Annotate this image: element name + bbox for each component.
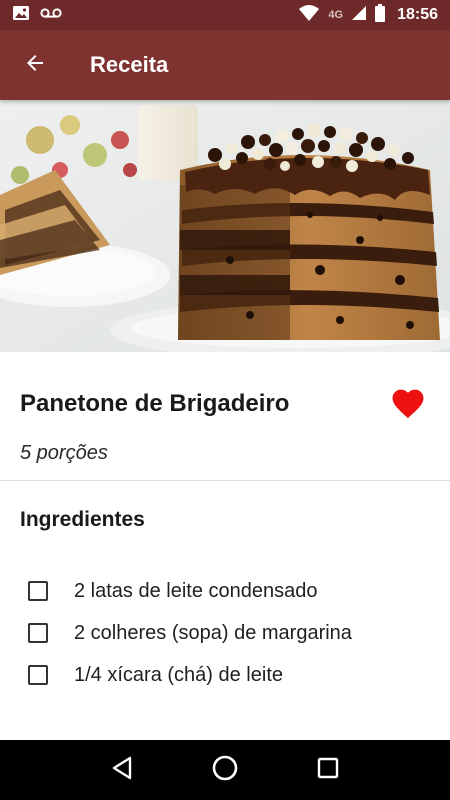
ingredient-checkbox[interactable] bbox=[28, 665, 48, 685]
recipe-content: Panetone de Brigadeiro 5 porções Ingredi… bbox=[0, 352, 450, 740]
network-type-label: 4G bbox=[328, 9, 344, 21]
ingredient-item: 2 colheres (sopa) de margarina bbox=[28, 612, 428, 654]
cake-photo bbox=[0, 100, 450, 352]
cell-signal-icon bbox=[351, 5, 367, 26]
ingredient-item: 2 latas de leite condensado bbox=[28, 570, 428, 612]
nav-back-button[interactable] bbox=[97, 745, 147, 795]
ingredient-item: 1/4 xícara (chá) de leite bbox=[28, 654, 428, 696]
voicemail-icon bbox=[40, 6, 62, 24]
image-icon bbox=[12, 5, 30, 26]
back-triangle-icon bbox=[111, 756, 133, 785]
status-left bbox=[12, 5, 62, 26]
title-row: Panetone de Brigadeiro bbox=[20, 382, 430, 426]
status-bar: 4G 18:56 bbox=[0, 0, 450, 30]
recipe-title: Panetone de Brigadeiro bbox=[20, 390, 290, 417]
nav-recents-button[interactable] bbox=[303, 745, 353, 795]
home-circle-icon bbox=[211, 754, 239, 787]
back-button[interactable] bbox=[0, 30, 70, 100]
ingredients-heading: Ingredientes bbox=[20, 508, 145, 531]
favorite-button[interactable] bbox=[386, 382, 430, 426]
status-right: 4G 18:56 bbox=[298, 3, 438, 27]
app-title: Receita bbox=[90, 52, 169, 77]
battery-icon bbox=[375, 3, 386, 27]
nav-home-button[interactable] bbox=[200, 745, 250, 795]
ingredient-checkbox[interactable] bbox=[28, 623, 48, 643]
ingredient-label: 2 latas de leite condensado bbox=[74, 579, 318, 602]
wifi-icon bbox=[298, 4, 320, 27]
recipe-hero-image bbox=[0, 100, 450, 352]
ingredient-checkbox[interactable] bbox=[28, 581, 48, 601]
arrow-left-icon bbox=[23, 51, 47, 80]
status-time: 18:56 bbox=[397, 6, 438, 23]
app-bar: Receita bbox=[0, 30, 450, 100]
divider bbox=[0, 480, 450, 481]
ingredient-label: 2 colheres (sopa) de margarina bbox=[74, 621, 352, 644]
heart-icon bbox=[389, 385, 427, 424]
ingredient-label: 1/4 xícara (chá) de leite bbox=[74, 663, 283, 686]
recents-square-icon bbox=[317, 757, 339, 784]
system-nav-bar bbox=[0, 740, 450, 800]
ingredient-list: 2 latas de leite condensado 2 colheres (… bbox=[28, 570, 428, 696]
servings-text: 5 porções bbox=[20, 442, 108, 464]
